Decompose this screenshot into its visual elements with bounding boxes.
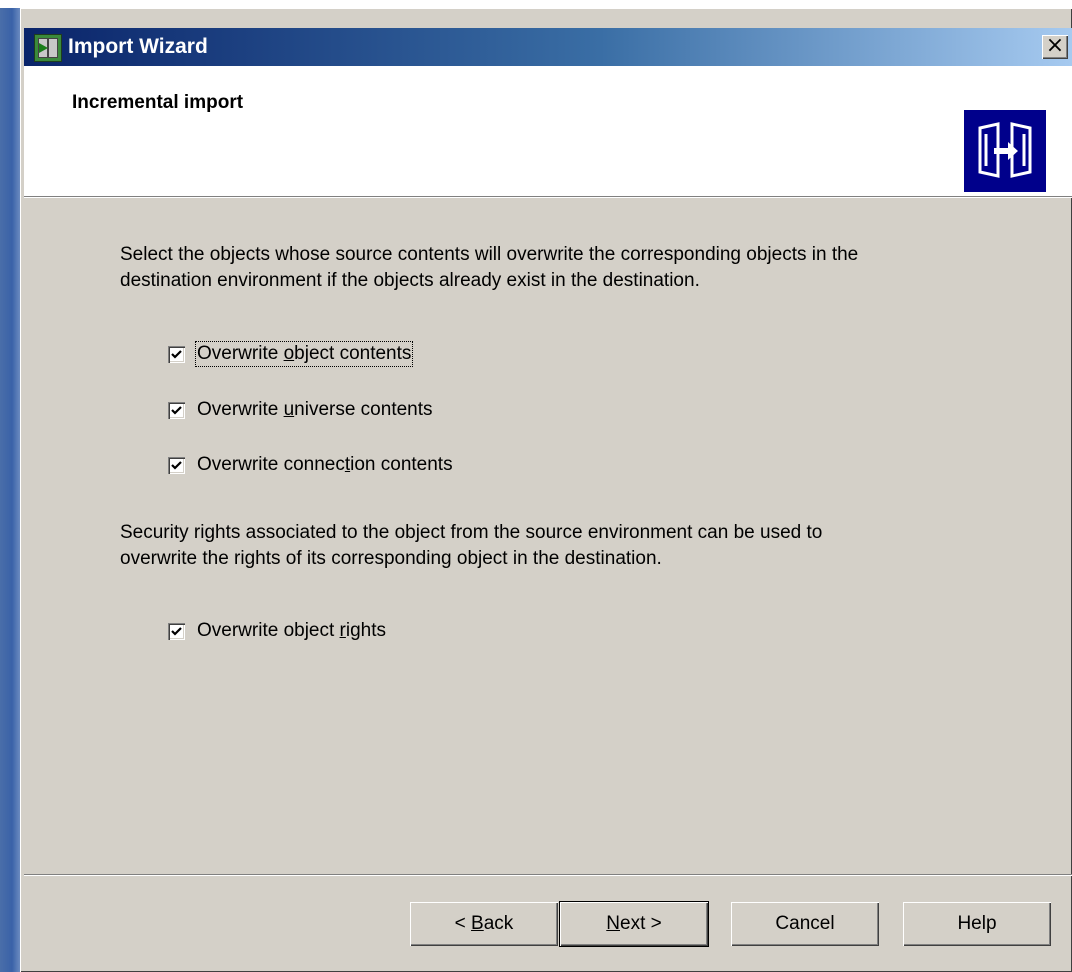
checkmark-icon xyxy=(171,460,182,470)
overwrite-connection-contents-option[interactable]: Overwrite connection contents xyxy=(168,453,453,477)
page-title: Incremental import xyxy=(72,92,244,113)
overwrite-universe-contents-label[interactable]: Overwrite universe contents xyxy=(197,399,433,421)
import-arrow-icon xyxy=(39,43,48,53)
wizard-header: Incremental import xyxy=(24,66,1072,196)
overwrite-object-contents-label[interactable]: Overwrite object contents xyxy=(194,341,414,367)
header-divider-highlight xyxy=(24,197,1072,198)
close-button[interactable]: × xyxy=(1042,35,1068,59)
overwrite-object-rights-label[interactable]: Overwrite object rights xyxy=(197,620,386,642)
overwrite-object-rights-option[interactable]: Overwrite object rights xyxy=(168,619,386,643)
checkmark-icon xyxy=(171,405,182,415)
help-button[interactable]: Help xyxy=(903,902,1051,946)
overwrite-object-contents-option[interactable]: Overwrite object contents xyxy=(168,341,414,367)
security-rights-description: Security rights associated to the object… xyxy=(120,522,823,569)
cancel-button[interactable]: Cancel xyxy=(731,902,879,946)
overwrite-contents-description: Select the objects whose source contents… xyxy=(120,244,859,291)
next-button[interactable]: Next > xyxy=(560,902,708,946)
window-title: Import Wizard xyxy=(68,35,208,58)
overwrite-universe-contents-option[interactable]: Overwrite universe contents xyxy=(168,398,433,422)
desktop-edge xyxy=(0,8,20,972)
titlebar[interactable]: Import Wizard × xyxy=(24,28,1072,66)
overwrite-object-contents-checkbox[interactable] xyxy=(168,345,185,363)
overwrite-connection-contents-label[interactable]: Overwrite connection contents xyxy=(197,454,453,476)
overwrite-universe-contents-checkbox[interactable] xyxy=(168,401,185,419)
outer-frame xyxy=(0,0,1072,8)
checkmark-icon xyxy=(171,349,182,359)
checkmark-icon xyxy=(171,626,182,636)
close-icon: × xyxy=(1045,33,1065,58)
import-doors-icon xyxy=(964,110,1046,192)
overwrite-connection-contents-checkbox[interactable] xyxy=(168,456,185,474)
overwrite-object-rights-checkbox[interactable] xyxy=(168,622,185,640)
back-button[interactable]: < Back xyxy=(410,902,558,946)
footer-divider-highlight xyxy=(24,875,1072,876)
